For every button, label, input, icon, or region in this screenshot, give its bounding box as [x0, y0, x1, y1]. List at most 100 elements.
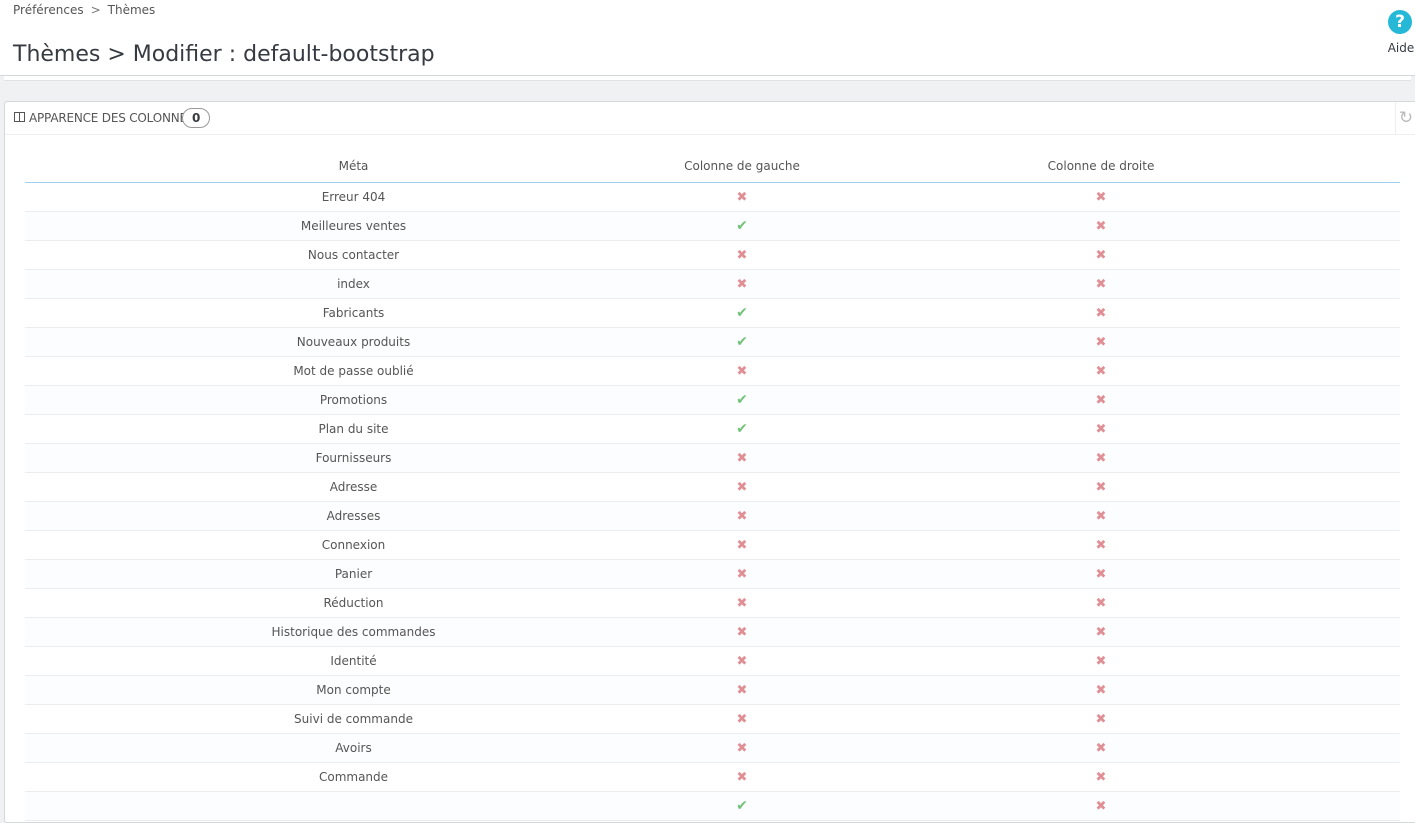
- table-row: Meilleures ventes ✔ ✖: [25, 211, 1400, 241]
- right-column-cell: ✖: [802, 356, 1400, 386]
- left-column-cell: ✖: [682, 762, 802, 792]
- right-column-cell: ✖: [802, 733, 1400, 763]
- cross-icon[interactable]: ✖: [737, 509, 748, 524]
- check-icon[interactable]: ✔: [736, 392, 748, 408]
- meta-cell: Identité: [25, 646, 682, 676]
- right-column-cell: ✖: [802, 530, 1400, 560]
- cross-icon[interactable]: ✖: [737, 248, 748, 263]
- left-column-cell: ✖: [682, 269, 802, 299]
- table-row: Panier ✖ ✖: [25, 559, 1400, 589]
- cross-icon[interactable]: ✖: [1096, 625, 1107, 640]
- left-column-cell: ✖: [682, 472, 802, 502]
- cross-icon[interactable]: ✖: [1096, 219, 1107, 234]
- cross-icon[interactable]: ✖: [1096, 190, 1107, 205]
- breadcrumb-themes[interactable]: Thèmes: [108, 3, 156, 17]
- cross-icon[interactable]: ✖: [1096, 248, 1107, 263]
- cross-icon[interactable]: ✖: [1096, 364, 1107, 379]
- cross-icon[interactable]: ✖: [737, 364, 748, 379]
- cross-icon[interactable]: ✖: [1096, 683, 1107, 698]
- right-column-cell: ✖: [802, 704, 1400, 734]
- left-column-cell: ✔: [682, 414, 802, 444]
- cross-icon[interactable]: ✖: [737, 596, 748, 611]
- right-column-cell: ✖: [802, 385, 1400, 415]
- check-icon[interactable]: ✔: [736, 305, 748, 321]
- cross-icon[interactable]: ✖: [737, 277, 748, 292]
- right-column-cell: ✖: [802, 617, 1400, 647]
- table-row: Identité ✖ ✖: [25, 646, 1400, 676]
- check-icon[interactable]: ✔: [736, 334, 748, 350]
- table-row: Réduction ✖ ✖: [25, 588, 1400, 618]
- header-right-column[interactable]: Colonne de droite: [802, 150, 1400, 183]
- right-column-cell: ✖: [802, 472, 1400, 502]
- cross-icon[interactable]: ✖: [1096, 451, 1107, 466]
- columns-appearance-panel: APPARENCE DES COLONNES 0 ↻ Méta Colonne …: [4, 101, 1415, 823]
- cross-icon[interactable]: ✖: [737, 190, 748, 205]
- meta-cell: Historique des commandes: [25, 617, 682, 647]
- cross-icon[interactable]: ✖: [737, 567, 748, 582]
- left-column-cell: ✔: [682, 327, 802, 357]
- right-column-cell: ✖: [802, 240, 1400, 270]
- meta-cell: Adresse: [25, 472, 682, 502]
- left-column-cell: ✖: [682, 733, 802, 763]
- left-column-cell: ✖: [682, 646, 802, 676]
- cross-icon[interactable]: ✖: [737, 451, 748, 466]
- cross-icon[interactable]: ✖: [1096, 509, 1107, 524]
- refresh-icon[interactable]: ↻: [1395, 102, 1415, 134]
- cross-icon[interactable]: ✖: [1096, 654, 1107, 669]
- left-column-cell: ✔: [682, 211, 802, 241]
- cross-icon[interactable]: ✖: [1096, 335, 1107, 350]
- left-column-cell: ✖: [682, 588, 802, 618]
- check-icon[interactable]: ✔: [736, 421, 748, 437]
- cross-icon[interactable]: ✖: [737, 712, 748, 727]
- meta-cell: Erreur 404: [25, 182, 682, 212]
- table-row: Plan du site ✔ ✖: [25, 414, 1400, 444]
- cross-icon[interactable]: ✖: [737, 480, 748, 495]
- table-row: Historique des commandes ✖ ✖: [25, 617, 1400, 647]
- left-column-cell: ✖: [682, 675, 802, 705]
- left-column-cell: ✖: [682, 443, 802, 473]
- right-column-cell: ✖: [802, 646, 1400, 676]
- cross-icon[interactable]: ✖: [1096, 596, 1107, 611]
- table-row: Adresse ✖ ✖: [25, 472, 1400, 502]
- cross-icon[interactable]: ✖: [737, 625, 748, 640]
- cross-icon[interactable]: ✖: [1096, 480, 1107, 495]
- table-row: ✔ ✖: [25, 791, 1400, 821]
- table-row: Mot de passe oublié ✖ ✖: [25, 356, 1400, 386]
- meta-cell: Panier: [25, 559, 682, 589]
- header-meta[interactable]: Méta: [25, 150, 682, 183]
- table-row: Adresses ✖ ✖: [25, 501, 1400, 531]
- cross-icon[interactable]: ✖: [1096, 712, 1107, 727]
- cross-icon[interactable]: ✖: [1096, 277, 1107, 292]
- cross-icon[interactable]: ✖: [737, 770, 748, 785]
- left-column-cell: ✖: [682, 704, 802, 734]
- cross-icon[interactable]: ✖: [737, 538, 748, 553]
- right-column-cell: ✖: [802, 269, 1400, 299]
- breadcrumb-preferences[interactable]: Préférences: [13, 3, 84, 17]
- page-header: Préférences > Thèmes Thèmes > Modifier : d…: [0, 0, 1415, 76]
- cross-icon[interactable]: ✖: [737, 683, 748, 698]
- table-row: Avoirs ✖ ✖: [25, 733, 1400, 763]
- check-icon[interactable]: ✔: [736, 218, 748, 234]
- breadcrumb: Préférences > Thèmes: [13, 3, 155, 17]
- cross-icon[interactable]: ✖: [1096, 741, 1107, 756]
- right-column-cell: ✖: [802, 414, 1400, 444]
- cross-icon[interactable]: ✖: [737, 654, 748, 669]
- table-row: Promotions ✔ ✖: [25, 385, 1400, 415]
- table-row: index ✖ ✖: [25, 269, 1400, 299]
- right-column-cell: ✖: [802, 211, 1400, 241]
- check-icon[interactable]: ✔: [736, 798, 748, 814]
- cross-icon[interactable]: ✖: [1096, 422, 1107, 437]
- cross-icon[interactable]: ✖: [1096, 567, 1107, 582]
- cross-icon[interactable]: ✖: [1096, 538, 1107, 553]
- table-row: Nous contacter ✖ ✖: [25, 240, 1400, 270]
- cross-icon[interactable]: ✖: [1096, 306, 1107, 321]
- question-circle-icon: ?: [1388, 10, 1412, 34]
- cross-icon[interactable]: ✖: [1096, 393, 1107, 408]
- cross-icon[interactable]: ✖: [1096, 799, 1107, 814]
- cross-icon[interactable]: ✖: [737, 741, 748, 756]
- meta-cell: Plan du site: [25, 414, 682, 444]
- meta-cell: Fabricants: [25, 298, 682, 328]
- cross-icon[interactable]: ✖: [1096, 770, 1107, 785]
- header-left-column[interactable]: Colonne de gauche: [682, 150, 802, 183]
- help-button[interactable]: ? Aide: [1386, 10, 1415, 55]
